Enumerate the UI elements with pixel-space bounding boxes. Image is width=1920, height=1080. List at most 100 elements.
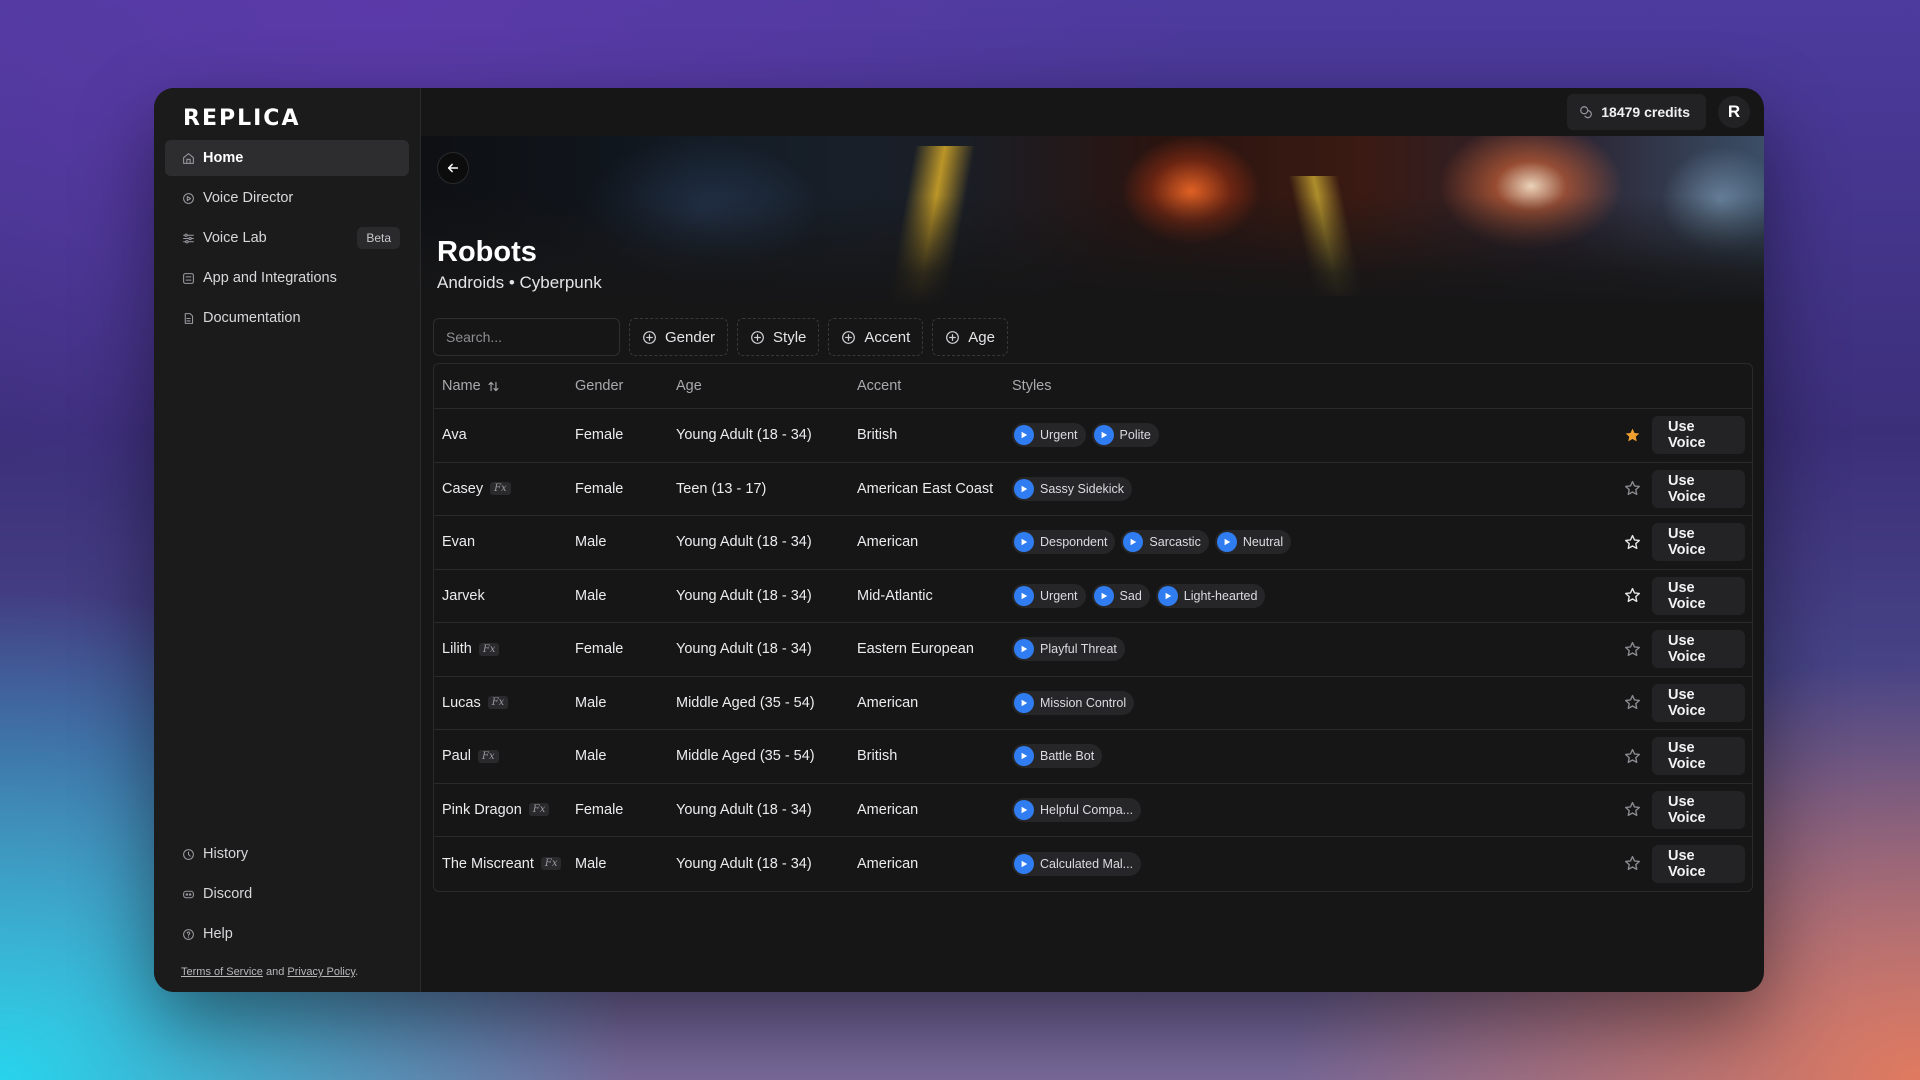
star-outline-icon[interactable] [1624,534,1641,551]
favorite-toggle[interactable] [1612,587,1652,604]
play-icon[interactable] [1216,532,1237,553]
style-chip[interactable]: Polite [1091,423,1159,448]
use-voice-button[interactable]: Use Voice [1652,469,1745,508]
avatar[interactable]: R [1718,96,1750,128]
style-chip[interactable]: Urgent [1012,583,1086,608]
use-voice-button[interactable]: Use Voice [1652,844,1745,883]
play-icon[interactable] [1014,478,1034,499]
star-outline-icon[interactable] [1624,748,1641,765]
use-voice-button[interactable]: Use Voice [1652,523,1745,562]
play-icon[interactable] [1014,746,1034,767]
use-voice-button[interactable]: Use Voice [1652,576,1745,615]
style-chip[interactable]: Sad [1091,583,1150,608]
play-icon[interactable] [1014,692,1034,713]
play-icon[interactable] [1014,585,1034,606]
legal-and: and [265,966,285,978]
style-chip[interactable]: Sassy Sidekick [1012,476,1133,501]
table-header: Name Gender Age Accent Styles [434,364,1752,409]
filter-accent-button[interactable]: Accent [828,318,924,356]
beta-badge: Beta [357,227,400,249]
table-row[interactable]: Jarvek Male Young Adult (18 - 34) Mid-Atlan… [434,570,1752,623]
use-voice-button[interactable]: Use Voice [1652,683,1745,722]
play-icon[interactable] [1093,585,1114,606]
favorite-toggle[interactable] [1612,801,1652,818]
favorite-toggle[interactable] [1612,694,1652,711]
star-outline-icon[interactable] [1624,855,1641,872]
style-chip[interactable]: Battle Bot [1012,744,1103,769]
star-outline-icon[interactable] [1624,587,1641,604]
play-icon[interactable] [1014,853,1034,874]
table-row[interactable]: Evan Male Young Adult (18 - 34) American Des… [434,516,1752,570]
star-filled-icon[interactable] [1624,427,1641,444]
style-chip[interactable]: Calculated Mal... [1012,851,1142,876]
sidebar-item-documentation[interactable]: Documentation [165,300,409,336]
back-button[interactable] [437,152,469,184]
fx-badge: Fx [478,642,500,656]
column-header-name[interactable]: Name [434,378,575,394]
table-row[interactable]: Lilith Fx Female Young Adult (18 - 34) Easte… [434,623,1752,677]
play-icon[interactable] [1093,425,1114,446]
play-icon[interactable] [1014,799,1034,820]
favorite-toggle[interactable] [1612,641,1652,658]
star-outline-icon[interactable] [1624,694,1641,711]
sidebar-item-home[interactable]: Home [165,140,409,176]
play-icon[interactable] [1014,639,1034,660]
sidebar-item-voice-lab[interactable]: Voice Lab Beta [165,220,409,256]
sort-icon[interactable] [487,380,500,393]
table-row[interactable]: Pink Dragon Fx Female Young Adult (18 - 34)… [434,784,1752,837]
voice-gender: Male [575,587,607,604]
table-row[interactable]: Ava Female Young Adult (18 - 34) British Urg… [434,409,1752,463]
plus-circle-icon [842,330,856,344]
favorite-toggle[interactable] [1612,748,1652,765]
table-row[interactable]: Casey Fx Female Teen (13 - 17) American East… [434,463,1752,516]
use-voice-button[interactable]: Use Voice [1652,790,1745,829]
sidebar-item-voice-director[interactable]: Voice Director [165,180,409,216]
style-chip[interactable]: Sarcastic [1121,530,1209,555]
style-chip[interactable]: Light-hearted [1155,583,1266,608]
voice-styles: Urgent Sad Light-hearted [1012,583,1612,608]
favorite-toggle[interactable] [1612,427,1652,444]
voice-styles: Calculated Mal... [1012,851,1612,876]
filter-style-button[interactable]: Style [737,318,820,356]
table-row[interactable]: The Miscreant Fx Male Young Adult (18 - 34)… [434,837,1752,891]
sidebar-item-app-and-integrations[interactable]: App and Integrations [165,260,409,296]
play-icon[interactable] [1157,585,1178,606]
play-icon[interactable] [1123,532,1144,553]
style-chip[interactable]: Urgent [1012,423,1086,448]
sidebar-item-label: Documentation [203,310,301,326]
table-row[interactable]: Lucas Fx Male Middle Aged (35 - 54) American… [434,677,1752,730]
style-chip[interactable]: Mission Control [1012,690,1135,715]
play-icon[interactable] [1014,532,1034,553]
star-outline-icon[interactable] [1624,480,1641,497]
credits-badge[interactable]: 18479 credits [1567,94,1706,130]
filter-gender-button[interactable]: Gender [629,318,729,356]
legal-text: Terms of Service and Privacy Policy. [165,966,409,978]
play-icon[interactable] [1014,425,1034,446]
discord-icon [181,887,195,901]
use-voice-button[interactable]: Use Voice [1652,416,1745,455]
style-chip[interactable]: Helpful Compa... [1012,797,1142,822]
sidebar-item-history[interactable]: History [165,836,409,872]
use-voice-button[interactable]: Use Voice [1652,630,1745,669]
style-chip[interactable]: Neutral [1214,530,1292,555]
search-input[interactable] [433,318,620,356]
star-outline-icon[interactable] [1624,641,1641,658]
terms-link[interactable]: Terms of Service [181,966,263,978]
home-icon [181,151,195,165]
favorite-toggle[interactable] [1612,534,1652,551]
style-chip[interactable]: Despondent [1012,530,1116,555]
privacy-link[interactable]: Privacy Policy [287,966,355,978]
filter-age-button[interactable]: Age [932,318,1008,356]
style-chip[interactable]: Playful Threat [1012,637,1125,662]
table-body: Ava Female Young Adult (18 - 34) British Urg… [434,409,1752,891]
replica-logo[interactable]: REPLICA [165,100,409,136]
favorite-toggle[interactable] [1612,480,1652,497]
table-row[interactable]: Paul Fx Male Middle Aged (35 - 54) British Ba… [434,730,1752,784]
sidebar-item-discord[interactable]: Discord [165,876,409,912]
sidebar-item-help[interactable]: Help [165,916,409,952]
use-voice-button[interactable]: Use Voice [1652,737,1745,776]
favorite-toggle[interactable] [1612,855,1652,872]
voice-accent: American [857,534,919,551]
star-outline-icon[interactable] [1624,801,1641,818]
style-chip-label: Sarcastic [1149,535,1201,550]
